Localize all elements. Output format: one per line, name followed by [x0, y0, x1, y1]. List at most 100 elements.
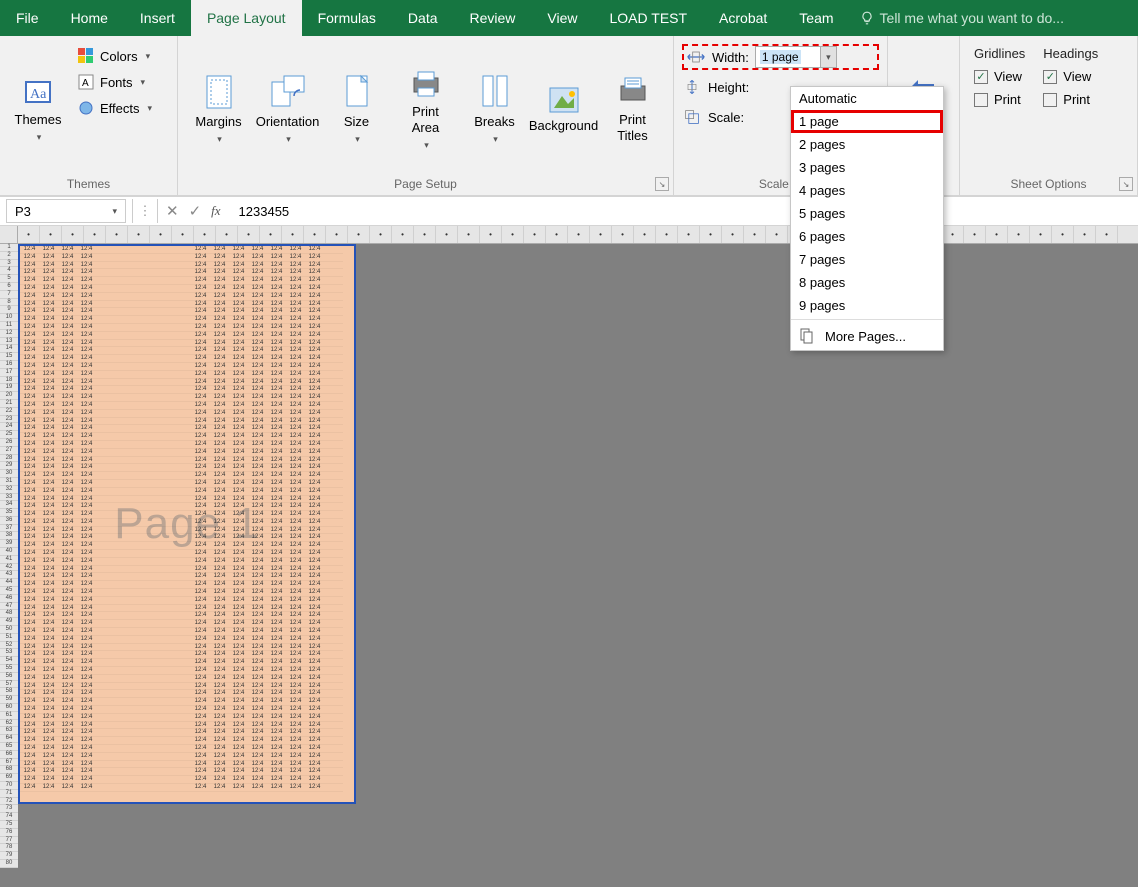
row-header[interactable]: 40	[0, 548, 18, 556]
row-header[interactable]: 65	[0, 743, 18, 751]
row-header[interactable]: 56	[0, 673, 18, 681]
column-header[interactable]: •	[260, 226, 282, 243]
column-header[interactable]: •	[370, 226, 392, 243]
row-header[interactable]: 4	[0, 267, 18, 275]
row-header[interactable]: 23	[0, 416, 18, 424]
row-header[interactable]: 80	[0, 860, 18, 868]
row-header[interactable]: 43	[0, 571, 18, 579]
name-box[interactable]: P3 ▾	[6, 199, 126, 223]
dropdown-item-5-pages[interactable]: 5 pages	[791, 202, 943, 225]
gridlines-print-checkbox[interactable]: Print	[974, 92, 1025, 107]
dropdown-item-automatic[interactable]: Automatic	[791, 87, 943, 110]
row-header[interactable]: 22	[0, 408, 18, 416]
column-headers[interactable]: // generated below •••••••••••••••••••••…	[0, 226, 1138, 244]
row-header[interactable]: 77	[0, 837, 18, 845]
chevron-down-icon[interactable]: ▾	[821, 46, 837, 68]
size-button[interactable]: Size▾	[325, 40, 389, 173]
row-header[interactable]: 20	[0, 392, 18, 400]
dropdown-item-7-pages[interactable]: 7 pages	[791, 248, 943, 271]
row-header[interactable]: 34	[0, 501, 18, 509]
row-header[interactable]: 44	[0, 579, 18, 587]
row-header[interactable]: 16	[0, 361, 18, 369]
width-dropdown[interactable]: 1 page ▾	[755, 46, 837, 68]
row-header[interactable]: 67	[0, 759, 18, 767]
headings-view-checkbox[interactable]: ✓View	[1043, 69, 1098, 84]
row-header[interactable]: 49	[0, 618, 18, 626]
column-header[interactable]: •	[480, 226, 502, 243]
row-header[interactable]: 14	[0, 345, 18, 353]
column-header[interactable]: •	[414, 226, 436, 243]
row-header[interactable]: 75	[0, 821, 18, 829]
column-header[interactable]: •	[568, 226, 590, 243]
column-header[interactable]: •	[656, 226, 678, 243]
column-header[interactable]: •	[722, 226, 744, 243]
expand-button[interactable]: ⋮	[133, 203, 157, 219]
tab-view[interactable]: View	[531, 0, 593, 36]
column-header[interactable]: •	[18, 226, 40, 243]
row-headers[interactable]: 1234567891011121314151617181920212223242…	[0, 244, 18, 868]
column-header[interactable]: •	[1030, 226, 1052, 243]
fx-icon[interactable]: fx	[211, 203, 220, 219]
row-header[interactable]: 73	[0, 805, 18, 813]
row-header[interactable]: 36	[0, 517, 18, 525]
row-header[interactable]: 63	[0, 727, 18, 735]
tab-insert[interactable]: Insert	[124, 0, 191, 36]
row-header[interactable]: 60	[0, 704, 18, 712]
column-header[interactable]: •	[634, 226, 656, 243]
row-header[interactable]: 24	[0, 423, 18, 431]
column-header[interactable]: •	[1052, 226, 1074, 243]
tab-file[interactable]: File	[0, 0, 55, 36]
column-header[interactable]: •	[502, 226, 524, 243]
row-header[interactable]: 74	[0, 813, 18, 821]
column-header[interactable]: •	[150, 226, 172, 243]
row-header[interactable]: 32	[0, 486, 18, 494]
column-header[interactable]: •	[458, 226, 480, 243]
row-header[interactable]: 72	[0, 798, 18, 806]
column-header[interactable]: •	[612, 226, 634, 243]
column-header[interactable]: •	[1008, 226, 1030, 243]
column-header[interactable]: •	[964, 226, 986, 243]
tab-load-test[interactable]: LOAD TEST	[594, 0, 704, 36]
row-header[interactable]: 62	[0, 720, 18, 728]
row-header[interactable]: 58	[0, 688, 18, 696]
row-header[interactable]: 64	[0, 735, 18, 743]
row-header[interactable]: 76	[0, 829, 18, 837]
row-header[interactable]: 46	[0, 595, 18, 603]
row-header[interactable]: 11	[0, 322, 18, 330]
formula-input[interactable]: 1233455	[229, 204, 1138, 219]
row-header[interactable]: 45	[0, 587, 18, 595]
column-header[interactable]: •	[766, 226, 788, 243]
tab-page-layout[interactable]: Page Layout	[191, 0, 302, 36]
column-header[interactable]: •	[348, 226, 370, 243]
column-header[interactable]: •	[40, 226, 62, 243]
enter-icon[interactable]: ✓	[189, 202, 202, 220]
column-header[interactable]: •	[590, 226, 612, 243]
fonts-button[interactable]: A Fonts▾	[74, 72, 156, 92]
row-header[interactable]: 6	[0, 283, 18, 291]
row-header[interactable]: 39	[0, 540, 18, 548]
sheet-options-launcher[interactable]: ↘	[1119, 177, 1133, 191]
select-all-corner[interactable]	[0, 226, 18, 243]
row-header[interactable]: 70	[0, 782, 18, 790]
row-header[interactable]: 57	[0, 681, 18, 689]
gridlines-view-checkbox[interactable]: ✓View	[974, 69, 1025, 84]
row-header[interactable]: 69	[0, 774, 18, 782]
row-header[interactable]: 55	[0, 665, 18, 673]
row-header[interactable]: 8	[0, 299, 18, 307]
row-header[interactable]: 52	[0, 642, 18, 650]
row-header[interactable]: 12	[0, 330, 18, 338]
row-header[interactable]: 68	[0, 766, 18, 774]
row-header[interactable]: 27	[0, 447, 18, 455]
row-header[interactable]: 54	[0, 657, 18, 665]
dropdown-item-3-pages[interactable]: 3 pages	[791, 156, 943, 179]
cancel-icon[interactable]: ✕	[166, 202, 179, 220]
dropdown-item-9-pages[interactable]: 9 pages	[791, 294, 943, 317]
effects-button[interactable]: Effects▾	[74, 98, 156, 118]
background-button[interactable]: Background	[532, 40, 596, 173]
headings-print-checkbox[interactable]: Print	[1043, 92, 1098, 107]
column-header[interactable]: •	[546, 226, 568, 243]
breaks-button[interactable]: Breaks▾	[463, 40, 527, 173]
row-header[interactable]: 71	[0, 790, 18, 798]
page-preview[interactable]: Page 1 12:412:412:412:412:412:412:412:41…	[18, 244, 356, 804]
dropdown-item-2-pages[interactable]: 2 pages	[791, 133, 943, 156]
